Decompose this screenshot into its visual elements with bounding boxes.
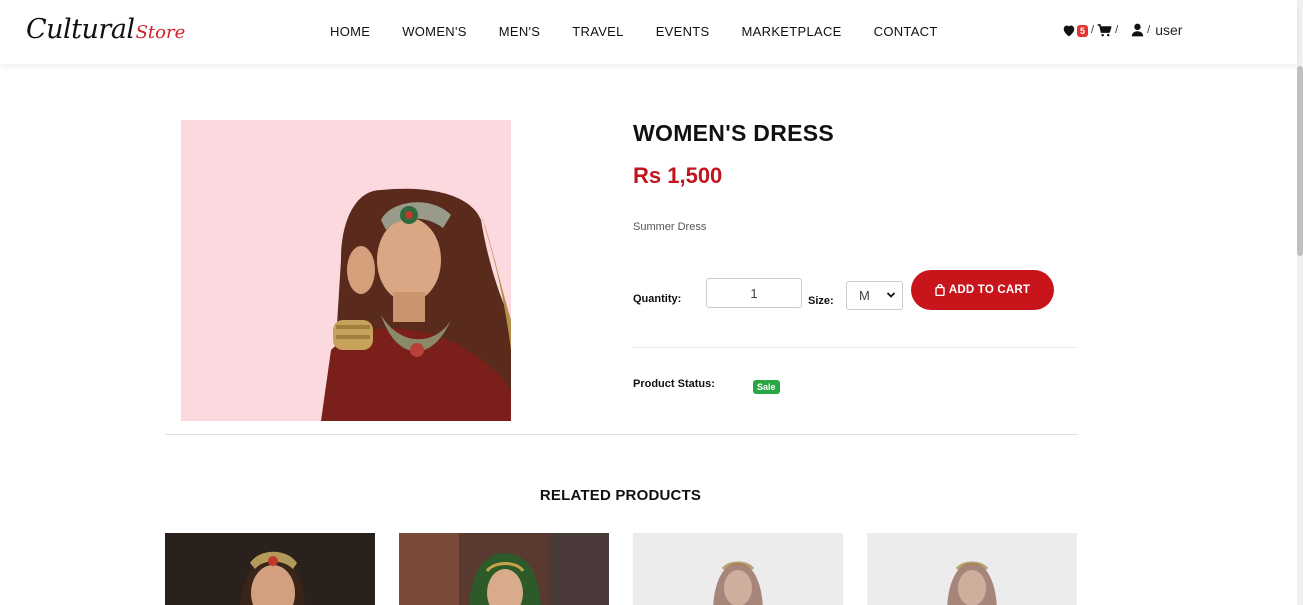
- page-scrollbar[interactable]: [1297, 0, 1303, 605]
- separator: /: [1147, 24, 1151, 36]
- related-products-heading: RELATED PRODUCTS: [539, 487, 702, 504]
- nav-mens[interactable]: MEN'S: [499, 24, 541, 39]
- product-price: Rs 1,500: [633, 163, 723, 188]
- user-link[interactable]: / user: [1131, 22, 1182, 38]
- logo-sub-text: Store: [135, 22, 186, 43]
- add-to-cart-button[interactable]: ADD TO CART: [911, 270, 1054, 310]
- quantity-label: Quantity:: [633, 293, 682, 305]
- product-status-label: Product Status:: [633, 378, 715, 390]
- user-label: user: [1155, 22, 1183, 38]
- related-product-image: [867, 533, 1077, 605]
- nav-womens[interactable]: WOMEN'S: [402, 24, 467, 39]
- separator: /: [1115, 24, 1119, 36]
- cart-link[interactable]: [1097, 23, 1112, 37]
- cart-icon: [1097, 23, 1112, 36]
- divider: [165, 434, 1078, 435]
- divider: [633, 347, 1077, 348]
- product-title: WOMEN'S DRESS: [633, 120, 835, 146]
- product-image: [181, 120, 511, 421]
- scrollbar-thumb[interactable]: [1297, 66, 1303, 256]
- related-product-image: [633, 533, 843, 605]
- shopping-bag-icon: [935, 284, 945, 296]
- logo-main-text: Cultural: [26, 14, 135, 45]
- product-description: Summer Dress: [633, 221, 707, 233]
- heart-icon: [1063, 25, 1075, 36]
- wishlist-count-badge: 5: [1077, 25, 1089, 37]
- nav-travel[interactable]: TRAVEL: [572, 24, 623, 39]
- size-selected-value: M: [859, 288, 870, 303]
- add-to-cart-label: ADD TO CART: [948, 284, 1031, 296]
- size-label: Size:: [808, 295, 834, 307]
- separator: /: [1091, 24, 1095, 36]
- status-badge: Sale: [753, 380, 780, 394]
- chevron-down-icon: [886, 292, 896, 298]
- related-product-card[interactable]: [633, 533, 843, 605]
- related-product-card[interactable]: [399, 533, 609, 605]
- header-actions: 5 / / / user: [1062, 22, 1182, 38]
- nav-events[interactable]: EVENTS: [656, 24, 710, 39]
- wishlist-link[interactable]: 5: [1062, 24, 1089, 37]
- related-product-card[interactable]: [165, 533, 375, 605]
- nav-marketplace[interactable]: MARKETPLACE: [742, 24, 842, 39]
- size-select[interactable]: M: [846, 281, 903, 310]
- nav-home[interactable]: HOME: [330, 24, 370, 39]
- user-icon: [1131, 23, 1144, 37]
- related-product-image: [399, 533, 609, 605]
- site-logo[interactable]: Cultural Store: [26, 14, 185, 48]
- nav-contact[interactable]: CONTACT: [874, 24, 938, 39]
- related-product-card[interactable]: [867, 533, 1077, 605]
- site-header: Cultural Store HOME WOMEN'S MEN'S TRAVEL…: [0, 0, 1297, 64]
- related-product-image: [165, 533, 375, 605]
- main-nav: HOME WOMEN'S MEN'S TRAVEL EVENTS MARKETP…: [314, 24, 954, 39]
- quantity-input[interactable]: [706, 278, 802, 308]
- product-photo-illustration: [321, 188, 511, 421]
